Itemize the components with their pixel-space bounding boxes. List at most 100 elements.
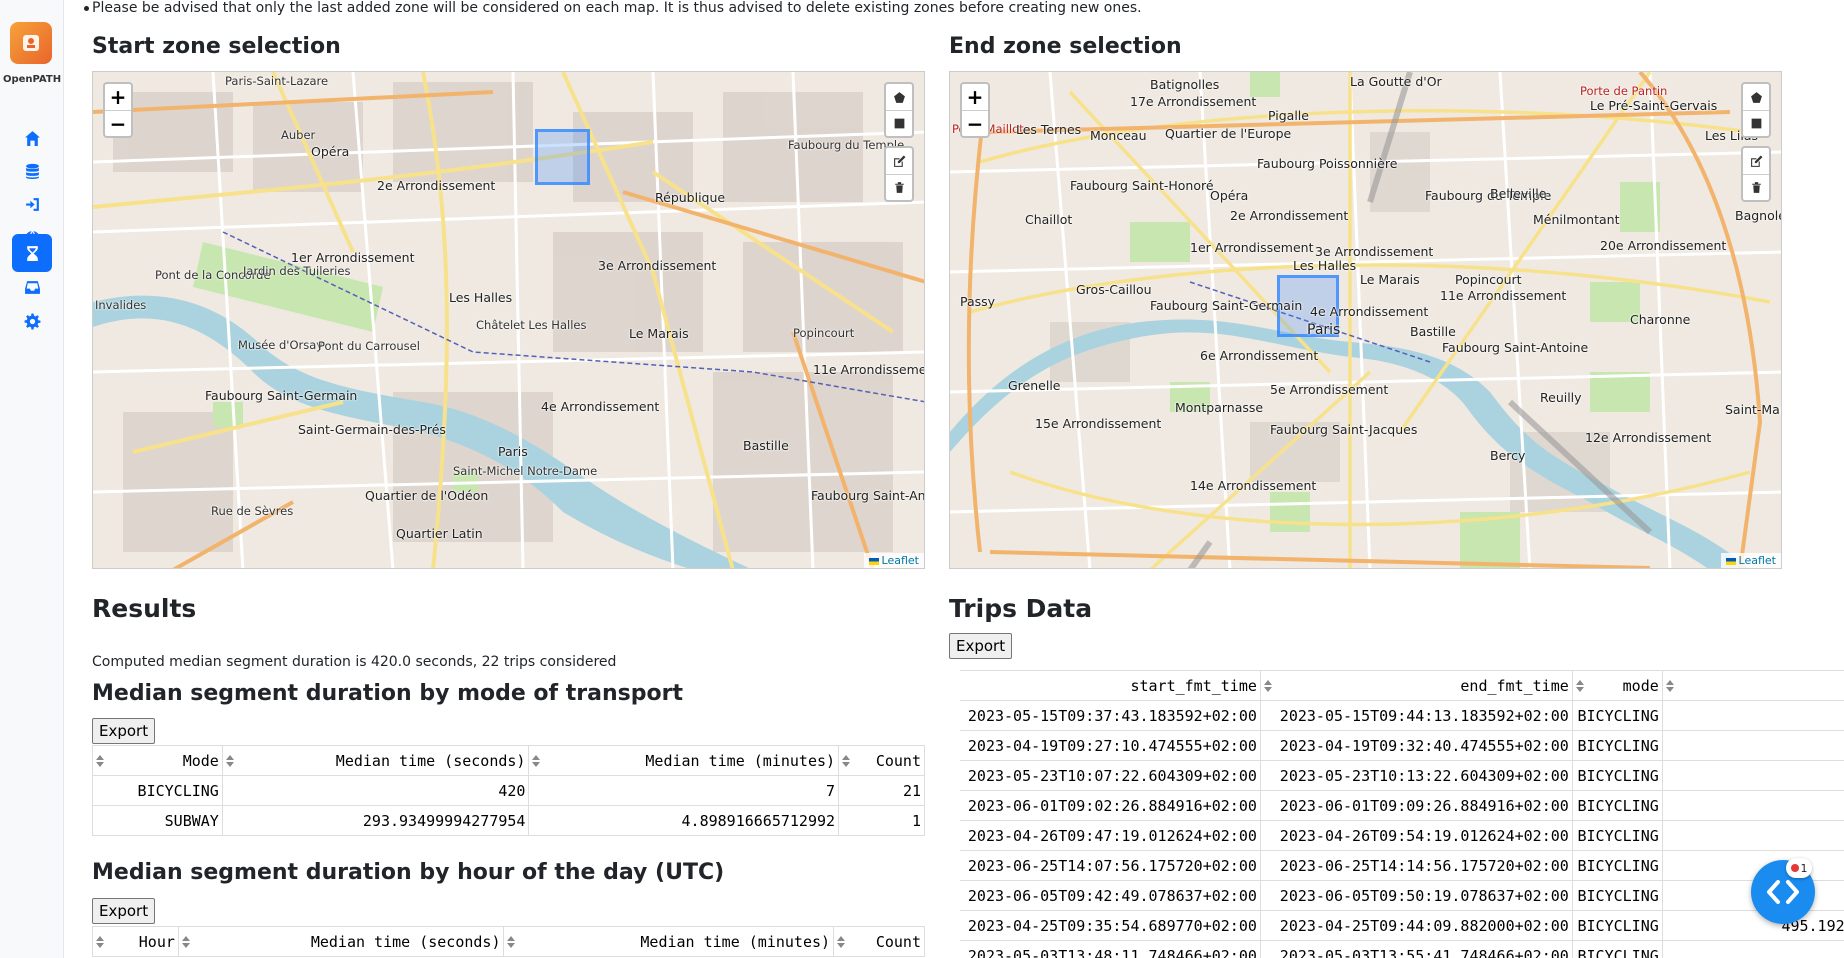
cell[interactable]: BICYCLING (1571, 850, 1663, 881)
trips-table-viewport[interactable]: start_fmt_time end_fmt_time mode duratio… (960, 670, 1844, 958)
cell[interactable]: 2023-04-25T09:44:09.882000+02:00 (1259, 910, 1573, 941)
sort-icon[interactable] (842, 755, 851, 767)
cell[interactable]: 2023-05-23T10:07:22.604309+02:00 (960, 760, 1261, 791)
cell[interactable]: BICYCLING (1571, 910, 1663, 941)
draw-rectangle-button[interactable] (1743, 110, 1769, 136)
sort-icon[interactable] (1263, 680, 1272, 692)
cell[interactable]: BICYCLING (1571, 760, 1663, 791)
draw-rectangle-button[interactable] (886, 110, 912, 136)
cell[interactable]: 1 (838, 805, 925, 836)
cell[interactable]: 420 (1661, 820, 1844, 851)
export-trips-button[interactable]: Export (949, 633, 1013, 659)
column-header-count[interactable]: Count (833, 926, 925, 957)
cell[interactable]: BICYCLING (92, 775, 223, 806)
column-header-count[interactable]: Count (838, 745, 925, 776)
cell[interactable]: 2023-04-25T09:35:54.689770+02:00 (960, 910, 1261, 941)
table-row[interactable]: BICYCLING 420 7 21 (92, 775, 925, 806)
cell[interactable]: 420 (1661, 850, 1844, 881)
cell[interactable]: 2023-05-03T13:55:41.748466+02:00 (1259, 940, 1573, 958)
cell[interactable]: 2023-05-15T09:37:43.183592+02:00 (960, 700, 1261, 731)
cell[interactable]: 2023-05-03T13:48:11.748466+02:00 (960, 940, 1261, 958)
map-attribution[interactable]: Leaflet (1720, 553, 1781, 568)
cell[interactable]: BICYCLING (1571, 940, 1663, 958)
table-row[interactable]: 2023-05-03T13:48:11.748466+02:00 2023-05-… (960, 940, 1844, 958)
column-header-median-seconds[interactable]: Median time (seconds) (221, 745, 530, 776)
openpath-logo[interactable] (10, 22, 52, 64)
export-by-mode-button[interactable]: Export (92, 718, 156, 744)
cell[interactable]: 2023-04-26T09:54:19.012624+02:00 (1259, 820, 1573, 851)
delete-layers-button[interactable] (886, 174, 912, 200)
map-attribution[interactable]: Leaflet (863, 553, 924, 568)
cell[interactable]: 2023-04-19T09:32:40.474555+02:00 (1259, 730, 1573, 761)
draw-polygon-button[interactable] (1743, 84, 1769, 110)
cell[interactable]: BICYCLING (1571, 700, 1663, 731)
cell[interactable]: 390 (1661, 700, 1844, 731)
table-row[interactable]: 2023-06-25T14:07:56.175720+02:00 2023-06-… (960, 850, 1844, 881)
table-row[interactable]: 2023-06-01T09:02:26.884916+02:00 2023-06-… (960, 790, 1844, 821)
table-row[interactable]: 2023-05-15T09:37:43.183592+02:00 2023-05-… (960, 700, 1844, 731)
start-zone-map[interactable]: Paris-Saint-Lazare Auber Opéra 2e Arrond… (92, 71, 925, 569)
sort-icon[interactable] (225, 755, 234, 767)
column-header-mode[interactable]: Mode (92, 745, 223, 776)
leaflet-link[interactable]: Leaflet (882, 554, 919, 567)
table-row[interactable]: 2023-04-19T09:27:10.474555+02:00 2023-04-… (960, 730, 1844, 761)
cell[interactable]: 2023-06-01T09:09:26.884916+02:00 (1259, 790, 1573, 821)
table-row[interactable]: SUBWAY 293.93499994277954 4.898916665712… (92, 805, 925, 836)
cell[interactable]: SUBWAY (92, 805, 223, 836)
sidebar-item-settings[interactable] (12, 301, 52, 341)
zoom-out-button[interactable]: − (962, 110, 988, 136)
cell[interactable]: 7 (528, 775, 840, 806)
sort-icon[interactable] (532, 755, 541, 767)
end-zone-map[interactable]: Batignolles La Goutte d'Or 17e Arrondiss… (949, 71, 1782, 569)
cell[interactable]: 2023-05-15T09:44:13.183592+02:00 (1259, 700, 1573, 731)
table-row[interactable]: 2023-04-26T09:47:19.012624+02:00 2023-04-… (960, 820, 1844, 851)
cell[interactable]: 21 (838, 775, 925, 806)
edit-layers-button[interactable] (1743, 148, 1769, 174)
column-header-hour[interactable]: Hour (92, 926, 179, 957)
zoom-in-button[interactable]: + (962, 84, 988, 110)
cell[interactable]: 2023-06-05T09:42:49.078637+02:00 (960, 880, 1261, 911)
cell[interactable]: BICYCLING (1571, 820, 1663, 851)
table-row[interactable]: 2023-05-23T10:07:22.604309+02:00 2023-05-… (960, 760, 1844, 791)
draw-polygon-button[interactable] (886, 84, 912, 110)
column-header-duration[interactable]: duration (1661, 670, 1844, 701)
start-zone-rectangle[interactable] (535, 129, 590, 185)
cell[interactable]: 2023-06-01T09:02:26.884916+02:00 (960, 790, 1261, 821)
column-header-mode[interactable]: mode (1571, 670, 1663, 701)
cell[interactable]: 2023-04-26T09:47:19.012624+02:00 (960, 820, 1261, 851)
column-header-median-minutes[interactable]: Median time (minutes) (528, 745, 840, 776)
sort-icon[interactable] (1575, 680, 1584, 692)
cell[interactable]: 2023-06-05T09:50:19.078637+02:00 (1259, 880, 1573, 911)
edit-layers-button[interactable] (886, 148, 912, 174)
cell[interactable]: 360 (1661, 760, 1844, 791)
sort-icon[interactable] (837, 936, 846, 948)
cell[interactable]: BICYCLING (1571, 880, 1663, 911)
cell[interactable]: BICYCLING (1571, 790, 1663, 821)
cell[interactable]: 2023-06-25T14:07:56.175720+02:00 (960, 850, 1261, 881)
column-header-end-time[interactable]: end_fmt_time (1259, 670, 1573, 701)
zoom-out-button[interactable]: − (105, 110, 131, 136)
cell[interactable]: 495.19223046302795 (1661, 910, 1844, 941)
delete-layers-button[interactable] (1743, 174, 1769, 200)
sort-icon[interactable] (96, 755, 104, 767)
leaflet-link[interactable]: Leaflet (1739, 554, 1776, 567)
sort-icon[interactable] (507, 936, 516, 948)
cell[interactable]: 450 (1661, 940, 1844, 958)
table-row[interactable]: 2023-04-25T09:35:54.689770+02:00 2023-04-… (960, 910, 1844, 941)
table-row[interactable]: 2023-06-05T09:42:49.078637+02:00 2023-06-… (960, 880, 1844, 911)
cell[interactable]: 4.898916665712992 (528, 805, 840, 836)
column-header-median-seconds[interactable]: Median time (seconds) (177, 926, 505, 957)
cell[interactable]: 293.93499994277954 (221, 805, 530, 836)
cell[interactable]: 420 (221, 775, 530, 806)
cell[interactable]: 330 (1661, 730, 1844, 761)
cell[interactable]: 2023-05-23T10:13:22.604309+02:00 (1259, 760, 1573, 791)
column-header-start-time[interactable]: start_fmt_time (960, 670, 1261, 701)
zoom-in-button[interactable]: + (105, 84, 131, 110)
cell[interactable]: 420 (1661, 790, 1844, 821)
export-by-hour-button[interactable]: Export (92, 898, 156, 924)
column-header-median-minutes[interactable]: Median time (minutes) (503, 926, 835, 957)
cell[interactable]: BICYCLING (1571, 730, 1663, 761)
cell[interactable]: 2023-06-25T14:14:56.175720+02:00 (1259, 850, 1573, 881)
sort-icon[interactable] (96, 936, 104, 948)
sort-icon[interactable] (181, 936, 190, 948)
